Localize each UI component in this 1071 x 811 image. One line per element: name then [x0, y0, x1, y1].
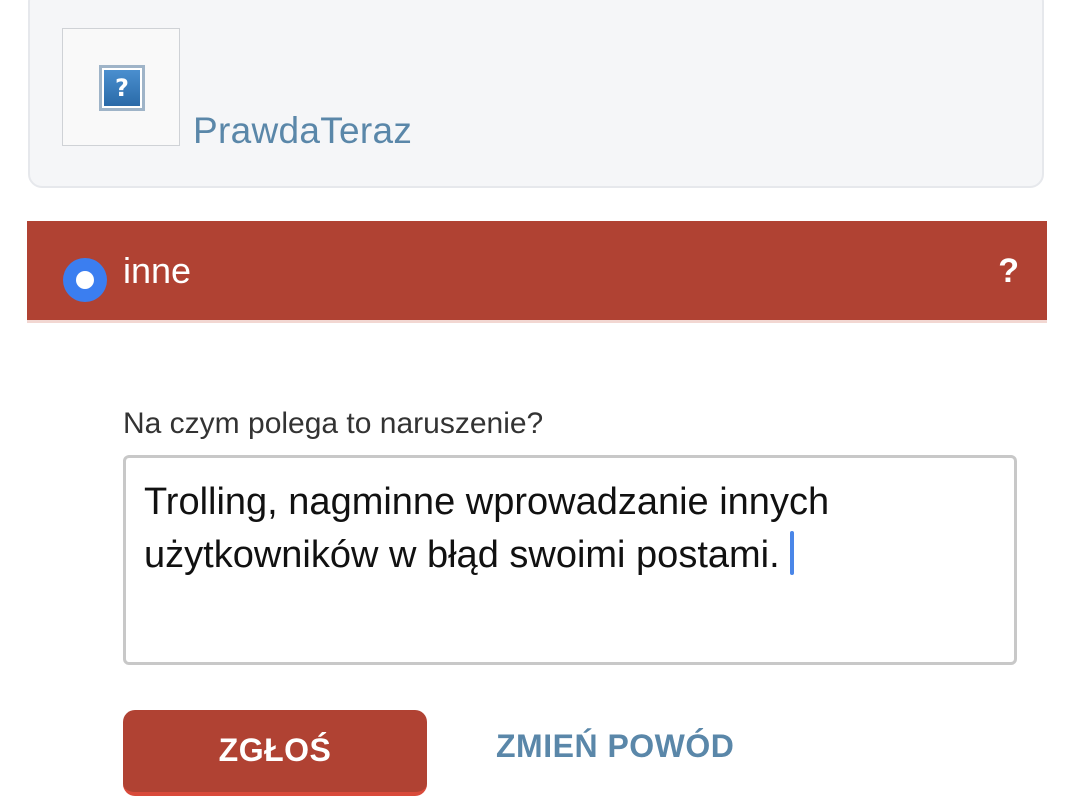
reason-label: inne [123, 250, 192, 291]
avatar-glyph: ? [104, 70, 140, 106]
question-mark-icon: ? [99, 65, 145, 111]
radio-dot [76, 271, 94, 289]
change-reason-button[interactable]: ZMIEŃ POWÓD [496, 728, 734, 765]
avatar[interactable]: ? [62, 28, 180, 146]
violation-question-label: Na czym polega to naruszenie? [123, 407, 544, 440]
violation-description-textarea[interactable]: Trolling, nagminne wprowadzanie innych u… [123, 455, 1017, 665]
submit-report-button[interactable]: ZGŁOŚ [123, 710, 427, 796]
profile-card: ? PrawdaTeraz [28, 0, 1044, 188]
reason-option-other[interactable]: inne ? [27, 221, 1047, 323]
radio-button-selected[interactable] [63, 258, 107, 302]
textarea-value: Trolling, nagminne wprowadzanie innych u… [144, 481, 830, 576]
help-icon[interactable]: ? [998, 252, 1019, 291]
report-page: ? PrawdaTeraz inne ? Na czym polega to n… [0, 0, 1071, 811]
username-link[interactable]: PrawdaTeraz [193, 110, 412, 152]
text-caret [789, 531, 794, 575]
